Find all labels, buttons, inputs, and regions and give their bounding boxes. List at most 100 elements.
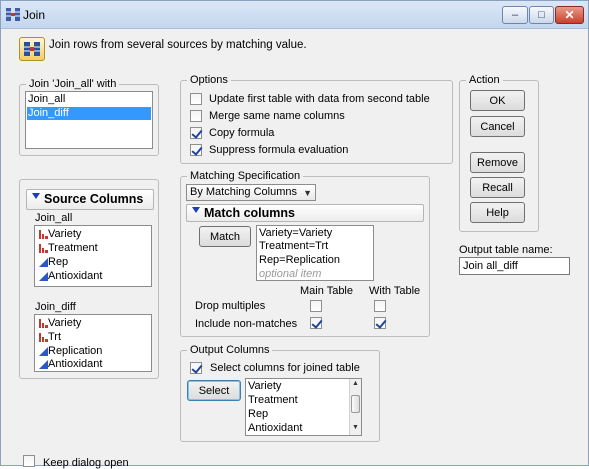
select-columns-label: Select columns for joined table (210, 362, 360, 374)
maximize-button[interactable]: □ (529, 6, 554, 24)
join-with-listbox[interactable]: Join_all Join_diff (25, 91, 153, 149)
list-item-variety[interactable]: Variety (37, 317, 81, 330)
list-item[interactable]: Rep=Replication (259, 254, 340, 267)
column-label: Treatment (48, 242, 98, 254)
drop-multiples-with-checkbox[interactable] (374, 300, 386, 312)
join-dialog-window: Join – □ ✕ Join rows from several source… (0, 0, 589, 469)
list-item[interactable]: Rep (248, 408, 268, 421)
nominal-column-icon (39, 333, 48, 342)
suppress-formula-label: Suppress formula evaluation (209, 144, 349, 156)
copy-formula-label: Copy formula (209, 127, 275, 139)
output-columns-legend: Output Columns (190, 344, 270, 356)
match-button[interactable]: Match (199, 226, 251, 247)
help-button[interactable]: Help (470, 202, 525, 223)
column-label: Antioxidant (48, 358, 103, 370)
chevron-down-icon: ▼ (303, 188, 312, 198)
continuous-column-icon (39, 360, 48, 369)
suppress-formula-checkbox[interactable] (190, 144, 202, 156)
remove-button[interactable]: Remove (470, 152, 525, 173)
drop-multiples-main-checkbox[interactable] (310, 300, 322, 312)
match-pairs-listbox[interactable]: Variety=Variety Treatment=Trt Rep=Replic… (256, 225, 374, 281)
select-columns-checkbox[interactable] (190, 362, 202, 374)
merge-same-name-checkbox[interactable] (190, 110, 202, 122)
list-item[interactable]: Antioxidant (248, 422, 302, 435)
matching-specification-legend: Matching Specification (190, 170, 301, 182)
source-columns-header[interactable]: Source Columns (26, 189, 154, 210)
action-legend: Action (469, 74, 500, 86)
list-item-antioxidant[interactable]: Antioxidant (37, 270, 102, 283)
column-label: Variety (48, 317, 82, 329)
output-columns-listbox[interactable]: Variety Treatment Rep Antioxidant ▲ ▼ (245, 378, 362, 436)
output-table-name-input[interactable]: Join all_diff (459, 257, 570, 275)
close-icon: ✕ (564, 8, 575, 22)
include-nonmatches-label: Include non-matches (195, 318, 298, 330)
scroll-up-icon[interactable]: ▲ (352, 380, 359, 387)
include-nonmatches-with-checkbox[interactable] (374, 317, 386, 329)
list-item-rep[interactable]: Rep (37, 256, 68, 269)
recall-button[interactable]: Recall (470, 177, 525, 198)
list-item[interactable]: Treatment (248, 394, 298, 407)
column-label: Replication (48, 345, 103, 357)
minimize-button[interactable]: – (502, 6, 528, 24)
merge-same-name-label: Merge same name columns (209, 110, 345, 122)
main-table-column-header: Main Table (300, 285, 353, 297)
maximize-icon: □ (538, 8, 545, 21)
ok-button[interactable]: OK (470, 90, 525, 111)
column-label: Rep (48, 256, 69, 268)
title-bar[interactable]: Join – □ ✕ (1, 1, 588, 29)
list-item-trt[interactable]: Trt (37, 331, 61, 344)
nominal-column-icon (39, 319, 48, 328)
source-columns-title: Source Columns (44, 192, 144, 206)
include-nonmatches-main-checkbox[interactable] (310, 317, 322, 329)
nominal-column-icon (39, 230, 48, 239)
match-columns-header[interactable]: Match columns (186, 204, 424, 222)
matching-method-value: By Matching Columns (190, 186, 297, 198)
match-columns-title: Match columns (204, 206, 295, 220)
join-with-legend: Join 'Join_all' with (29, 78, 117, 90)
window-title: Join (23, 8, 46, 22)
continuous-column-icon (39, 258, 48, 267)
list-item[interactable]: Variety (248, 380, 281, 393)
scroll-down-icon[interactable]: ▼ (352, 424, 359, 431)
list-item[interactable]: Variety=Variety (259, 227, 332, 240)
optional-item-placeholder[interactable]: optional item (259, 268, 321, 281)
join-header-icon (19, 37, 45, 61)
drop-multiples-label: Drop multiples (195, 300, 266, 312)
column-label: Antioxidant (48, 270, 103, 282)
close-button[interactable]: ✕ (555, 6, 584, 24)
source-table-name: Join_all (35, 212, 73, 224)
keep-dialog-open-checkbox[interactable] (23, 455, 35, 467)
scrollbar-thumb[interactable] (351, 395, 360, 413)
list-item-treatment[interactable]: Treatment (37, 242, 98, 255)
output-table-name-label: Output table name: (459, 244, 553, 256)
continuous-column-icon (39, 272, 48, 281)
disclosure-triangle-icon[interactable] (32, 193, 40, 199)
list-item[interactable]: Treatment=Trt (259, 240, 328, 253)
join-all-columns-listbox[interactable]: Variety Treatment Rep Antioxidant (34, 225, 152, 287)
dialog-description: Join rows from several sources by matchi… (49, 39, 307, 51)
join-table-icon (6, 8, 20, 21)
nominal-column-icon (39, 244, 48, 253)
list-item-variety[interactable]: Variety (37, 228, 81, 241)
source-table-name: Join_diff (35, 301, 76, 313)
list-item-selected[interactable]: Join_diff (27, 107, 151, 120)
options-legend: Options (190, 74, 228, 86)
list-item[interactable]: Join_all (28, 93, 65, 106)
minimize-icon: – (511, 8, 519, 21)
column-label: Trt (48, 331, 62, 343)
update-first-table-label: Update first table with data from second… (209, 93, 430, 105)
keep-dialog-open-label: Keep dialog open (43, 457, 129, 469)
join-diff-columns-listbox[interactable]: Variety Trt Replication Antioxidant (34, 314, 152, 372)
with-table-column-header: With Table (369, 285, 421, 297)
matching-method-dropdown[interactable]: By Matching Columns ▼ (186, 184, 316, 201)
disclosure-triangle-icon[interactable] (192, 207, 200, 213)
list-item-replication[interactable]: Replication (37, 345, 102, 358)
select-button[interactable]: Select (187, 380, 241, 401)
update-first-table-checkbox[interactable] (190, 93, 202, 105)
column-label: Variety (48, 228, 82, 240)
copy-formula-checkbox[interactable] (190, 127, 202, 139)
list-item-antioxidant[interactable]: Antioxidant (37, 358, 102, 371)
continuous-column-icon (39, 347, 48, 356)
scrollbar[interactable]: ▲ ▼ (349, 379, 361, 435)
cancel-button[interactable]: Cancel (470, 116, 525, 137)
